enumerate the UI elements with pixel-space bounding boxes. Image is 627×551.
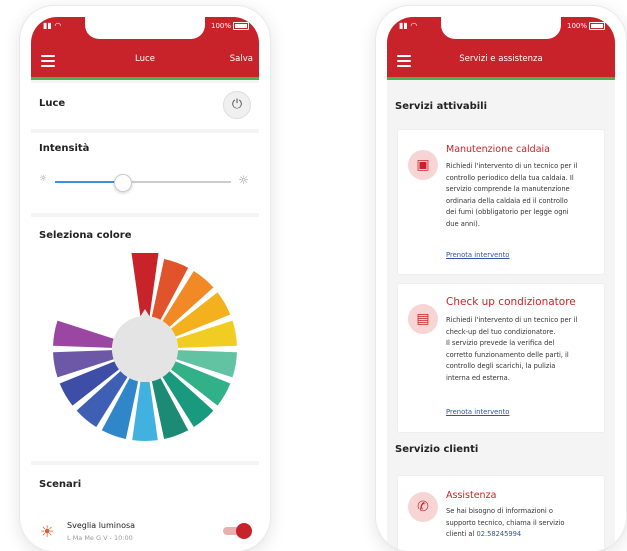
phone-notch — [441, 17, 561, 39]
power-button[interactable]: ⏻ — [223, 91, 251, 119]
color-label: Seleziona colore — [39, 230, 132, 241]
service-title: Check up condizionatore — [446, 296, 576, 308]
desc-line: controllo degli scarichi, la pulizia — [446, 362, 556, 370]
desc-line: corretto funzionamento delle parti, il — [446, 350, 569, 359]
app-bar: ▮▮ ◠ 100% Luce Salva — [31, 17, 259, 80]
page-title: Luce — [135, 54, 155, 64]
desc-line: servizio comprende la manutenzione — [446, 185, 570, 193]
prenota-intervento-link[interactable]: Prenota intervento — [446, 408, 509, 416]
intensity-label: Intensità — [39, 143, 90, 154]
save-button[interactable]: Salva — [230, 54, 253, 64]
power-label: Luce — [39, 98, 66, 109]
service-description: Richiedi l'intervento di un tecnico per … — [446, 315, 596, 384]
service-description: Se hai bisogno di informazioni o support… — [446, 506, 596, 541]
scenario-name: Sveglia luminosa — [67, 521, 136, 530]
boiler-icon: ▣ — [408, 150, 438, 180]
sunrise-icon: ☀ — [40, 522, 55, 541]
page-title: Servizi e assistenza — [459, 54, 543, 64]
color-wheel-center — [112, 316, 178, 382]
phone-luce: ▮▮ ◠ 100% Luce Salva Luce ⏻ Intensità ☼ … — [20, 6, 270, 551]
scenario-row[interactable]: ☀ Sveglia luminosa L Ma Me G V - 10:00 — [31, 517, 259, 551]
section-title-servizi-attivabili: Servizi attivabili — [395, 101, 488, 112]
phone-servizi: ▮▮ ◠ 100% Servizi e assistenza Servizi a… — [376, 6, 626, 551]
desc-line: Il servizio prevede la verifica del — [446, 339, 555, 347]
scenari-card: Scenari ☀ Sveglia luminosa L Ma Me G V -… — [31, 465, 259, 551]
service-description: Richiedi l'intervento di un tecnico per … — [446, 161, 596, 230]
desc-line: dei fumi (obbligatorio per legge ogni — [446, 208, 569, 216]
hamburger-menu-icon[interactable] — [41, 55, 55, 70]
desc-line: due anni). — [446, 219, 480, 228]
desc-prefix: clienti al — [446, 530, 475, 538]
battery-icon — [233, 22, 249, 30]
color-wheel[interactable] — [31, 253, 259, 453]
scenari-label: Scenari — [39, 479, 82, 490]
signal-wifi-icon: ▮▮ ◠ — [43, 21, 62, 30]
desc-line: Se hai bisogno di informazioni o — [446, 507, 553, 515]
service-title: Manutenzione caldaia — [446, 144, 550, 155]
sun-low-icon: ☼ — [39, 174, 48, 184]
service-card-assistenza: ✆ Assistenza Se hai bisogno di informazi… — [397, 475, 605, 551]
intensity-card: Intensità ☼ ☼ — [31, 133, 259, 213]
battery-percent: 100% — [210, 22, 231, 30]
service-card-condizionatore: ▤ Check up condizionatore Richiedi l'int… — [397, 283, 605, 433]
battery-status: 100% — [211, 22, 249, 30]
app-bar: ▮▮ ◠ 100% Servizi e assistenza — [387, 17, 615, 80]
battery-status: 100% — [567, 22, 605, 30]
slider-knob[interactable] — [113, 174, 132, 192]
battery-percent: 100% — [566, 22, 587, 30]
scenario-toggle[interactable] — [223, 523, 252, 539]
luce-screen: ▮▮ ◠ 100% Luce Salva Luce ⏻ Intensità ☼ … — [31, 17, 259, 551]
desc-line: supporto tecnico, chiama il servizio — [446, 518, 565, 527]
desc-line: interna ed esterna. — [446, 373, 510, 382]
battery-icon — [589, 22, 605, 30]
app-bar-accent — [387, 77, 615, 80]
sun-high-icon: ☼ — [238, 173, 249, 187]
prenota-intervento-link[interactable]: Prenota intervento — [446, 251, 509, 259]
desc-line: ordinaria della caldaia ed il controllo — [446, 196, 568, 205]
intensity-slider[interactable] — [55, 174, 231, 192]
desc-line: check-up del tuo condizionatore. — [446, 327, 556, 336]
phone-icon: ✆ — [408, 492, 438, 522]
service-card-caldaia: ▣ Manutenzione caldaia Richiedi l'interv… — [397, 129, 605, 275]
servizi-screen: ▮▮ ◠ 100% Servizi e assistenza Servizi a… — [387, 17, 615, 551]
desc-line: Richiedi l'intervento di un tecnico per … — [446, 316, 578, 324]
app-bar-accent — [31, 77, 259, 80]
phone-notch — [85, 17, 205, 39]
color-card: Seleziona colore — [31, 217, 259, 461]
air-conditioner-icon: ▤ — [408, 304, 438, 334]
slider-fill — [55, 181, 122, 183]
signal-wifi-icon: ▮▮ ◠ — [399, 21, 418, 30]
toggle-knob — [236, 523, 252, 539]
desc-line: Richiedi l'intervento di un tecnico per … — [446, 162, 578, 170]
scenario-schedule: L Ma Me G V - 10:00 — [67, 534, 133, 542]
hamburger-menu-icon[interactable] — [397, 55, 411, 70]
customer-service-phone-link[interactable]: 02.58245994 — [476, 530, 521, 538]
desc-line: controllo periodico della tua caldaia. I… — [446, 173, 574, 182]
service-title: Assistenza — [446, 490, 497, 501]
section-title-servizio-clienti: Servizio clienti — [395, 444, 479, 455]
desc-line: clienti al 02.58245994 — [446, 529, 596, 541]
power-card: Luce ⏻ — [31, 83, 259, 129]
power-icon: ⏻ — [231, 97, 243, 112]
